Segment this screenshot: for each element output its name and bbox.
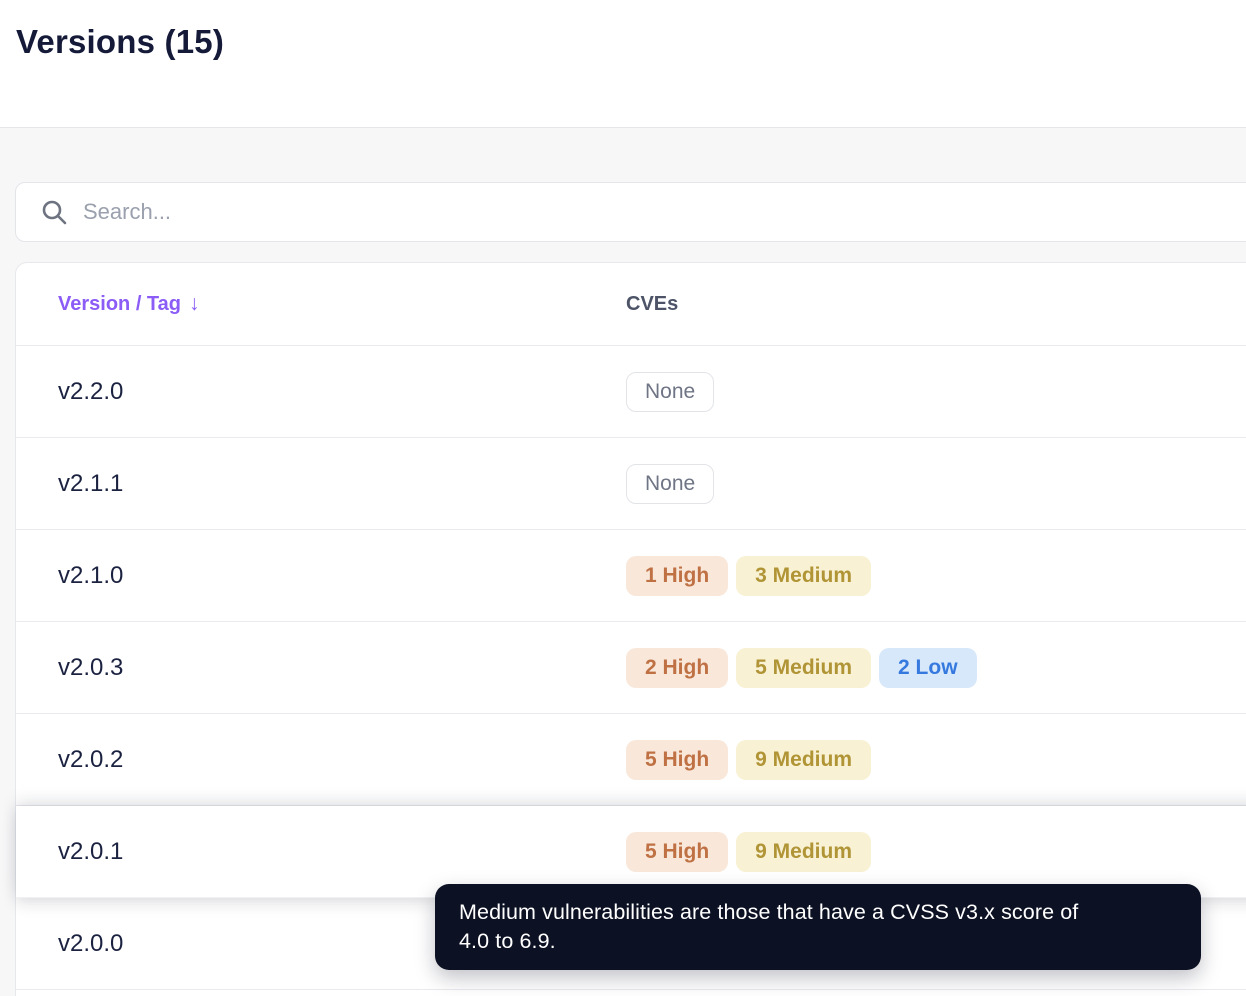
search-icon — [40, 198, 68, 226]
page-header: Versions (15) — [0, 0, 1246, 128]
badge-list: 2 High 5 Medium 2 Low — [626, 647, 977, 688]
version-cell: v2.2.0 — [16, 378, 626, 406]
cve-badge-high[interactable]: 5 High — [626, 739, 729, 780]
table-row[interactable]: v2.0.3 2 High 5 Medium 2 Low — [16, 622, 1246, 714]
column-header-version-tag[interactable]: Version / Tag ↓ — [58, 292, 200, 316]
sort-descending-icon: ↓ — [189, 292, 200, 315]
cve-badge-medium[interactable]: 3 Medium — [736, 555, 872, 596]
column-header-version-tag-cell: Version / Tag ↓ — [16, 292, 626, 316]
version-label: v2.0.3 — [58, 653, 124, 681]
search-input[interactable] — [83, 199, 1246, 225]
badge-list: 5 High 9 Medium — [626, 831, 872, 872]
version-cell: v2.0.2 — [16, 746, 626, 774]
table-row[interactable]: v2.1.1 None — [16, 438, 1246, 530]
version-cell: v2.1.0 — [16, 562, 626, 590]
column-header-version-tag-label: Version / Tag — [58, 292, 181, 315]
tooltip-text-line-2: 4.0 to 6.9. — [459, 929, 556, 953]
badge-list: None — [626, 463, 715, 504]
version-label: v2.2.0 — [58, 377, 124, 405]
badge-list: 5 High 9 Medium — [626, 739, 872, 780]
cve-badge-none[interactable]: None — [626, 463, 715, 504]
table-header-row: Version / Tag ↓ CVEs — [16, 263, 1246, 346]
version-cell: v2.1.1 — [16, 470, 626, 498]
version-label: v2.1.1 — [58, 469, 124, 497]
cve-badge-none[interactable]: None — [626, 371, 715, 412]
search-box[interactable] — [15, 182, 1246, 242]
cve-badge-low[interactable]: 2 Low — [879, 647, 977, 688]
table-row[interactable]: v2.1.0 1 High 3 Medium — [16, 530, 1246, 622]
page-title: Versions (15) — [16, 23, 225, 60]
table-row[interactable]: v2.2.0 None — [16, 346, 1246, 438]
version-label: v2.0.1 — [58, 837, 124, 865]
version-cell: v2.0.3 — [16, 654, 626, 682]
cve-badge-high[interactable]: 1 High — [626, 555, 729, 596]
cve-badge-medium[interactable]: 9 Medium — [736, 739, 872, 780]
version-label: v2.0.0 — [58, 929, 124, 957]
version-label: v2.0.2 — [58, 745, 124, 773]
content-section: Version / Tag ↓ CVEs v2.2.0 None v2.1.1 … — [0, 128, 1246, 996]
badge-list: 1 High 3 Medium — [626, 555, 872, 596]
version-label: v2.1.0 — [58, 561, 124, 589]
tooltip-text-line-1: Medium vulnerabilities are those that ha… — [459, 900, 1079, 924]
table-row[interactable]: v2.0.2 5 High 9 Medium — [16, 714, 1246, 806]
cve-badge-high[interactable]: 5 High — [626, 831, 729, 872]
tooltip: Medium vulnerabilities are those that ha… — [435, 884, 1201, 970]
cve-badge-medium[interactable]: 9 Medium — [736, 831, 872, 872]
column-header-cves-cell: CVEs — [626, 293, 678, 316]
badge-list: None — [626, 371, 715, 412]
cve-badge-high[interactable]: 2 High — [626, 647, 729, 688]
column-header-cves[interactable]: CVEs — [626, 293, 678, 315]
version-cell: v2.0.1 — [16, 838, 626, 866]
cve-badge-medium[interactable]: 5 Medium — [736, 647, 872, 688]
